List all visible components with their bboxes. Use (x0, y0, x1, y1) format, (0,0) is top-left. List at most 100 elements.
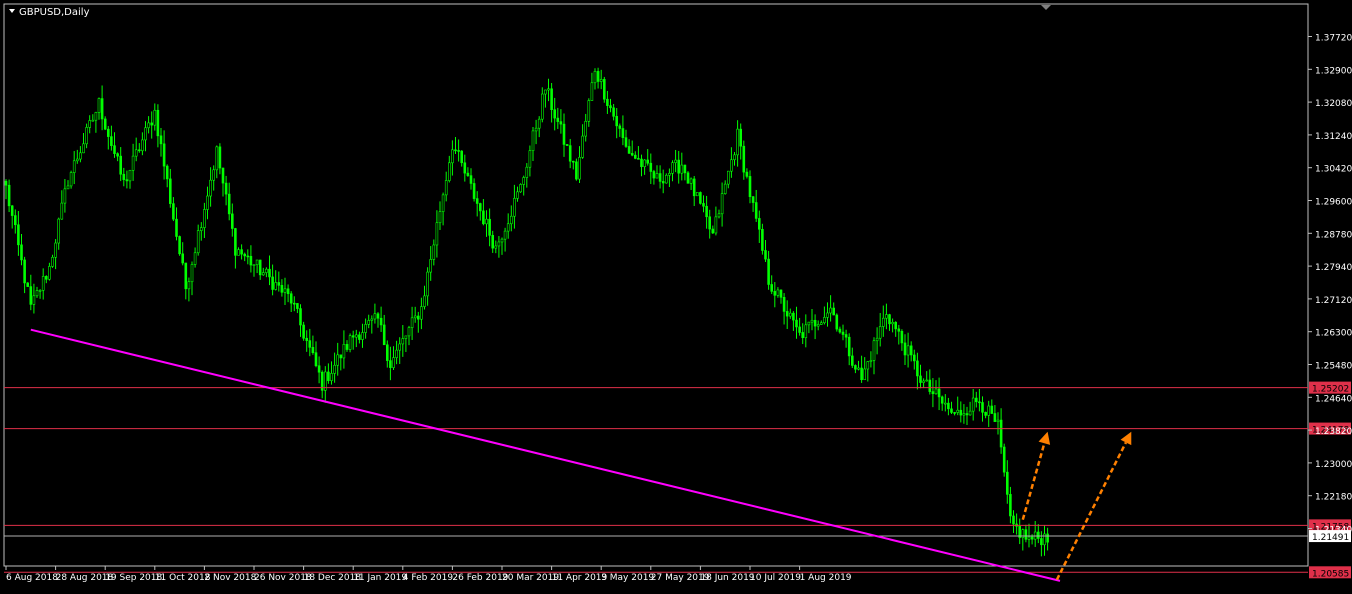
candle-body (981, 402, 984, 413)
candle-body (562, 123, 566, 145)
projection-arrow-shaft[interactable] (1021, 442, 1046, 521)
candle-body (224, 182, 228, 195)
candle-body (292, 302, 296, 305)
candle-body (119, 155, 122, 175)
candle-body (522, 177, 526, 185)
candle-body (664, 174, 668, 184)
candle-body (565, 144, 569, 146)
support-trendline[interactable] (30, 328, 1061, 582)
candle-body (612, 107, 615, 117)
candle-body (215, 146, 219, 171)
candle-body (441, 194, 445, 212)
candle-body (1037, 531, 1040, 539)
candle-body (426, 271, 429, 297)
candle-body (165, 165, 169, 180)
candle-body (953, 412, 956, 414)
candle-body (584, 120, 588, 137)
price-chart[interactable]: 1.25202 1.24178 1.21758 1.20585 1.21491 1.377… (0, 0, 1352, 589)
candle-body (844, 334, 848, 338)
candle-body (630, 153, 634, 156)
candle-body (761, 228, 764, 251)
candle-body (203, 209, 206, 228)
candle-body (757, 218, 761, 230)
candle-body (528, 150, 532, 168)
candle-body (615, 115, 619, 127)
candle-body (829, 307, 832, 314)
candle-body (965, 413, 969, 416)
candle-body (141, 139, 144, 152)
candle-body (534, 127, 538, 132)
candle-body (51, 256, 54, 267)
candle-body (537, 118, 541, 129)
candle-body (990, 405, 994, 414)
candle-body (172, 203, 175, 220)
candle-body (271, 276, 274, 290)
candle-body (289, 293, 293, 304)
candle-body (299, 308, 302, 326)
candle-body (785, 311, 789, 317)
candle-body (153, 109, 157, 126)
projection-arrow-shaft[interactable] (1055, 441, 1128, 581)
candle-body (903, 342, 907, 356)
projection-arrow-head-icon[interactable] (1038, 431, 1051, 445)
candle-body (928, 379, 932, 392)
candle-body (810, 319, 814, 323)
candle-body (212, 169, 215, 181)
candle-body (497, 241, 501, 247)
candle-body (866, 361, 870, 370)
candle-body (968, 410, 972, 416)
y-axis-tick-label: 1.27120 (1315, 296, 1352, 306)
candle-body (196, 230, 200, 254)
candle-body (745, 171, 749, 177)
candle-body (513, 198, 516, 217)
axis-layer: 1.252021.241781.217581.205851.214911.377… (5, 34, 1352, 583)
x-axis-tick-label: 11 Apr 2019 (552, 573, 608, 583)
chart-title: GBPUSD,Daily (19, 7, 90, 18)
candle-body (162, 143, 166, 167)
candle-body (35, 290, 39, 297)
candle-body (231, 213, 234, 229)
x-axis-tick-label: 11 Oct 2018 (155, 573, 211, 583)
candle-body (894, 322, 898, 330)
collapse-triangle-icon[interactable] (9, 9, 15, 13)
candle-body (587, 100, 591, 122)
candle-body (354, 334, 358, 338)
candle-body (943, 402, 947, 405)
candle-body (627, 146, 631, 154)
candle-body (872, 340, 876, 361)
candle-body (258, 259, 262, 276)
chart-canvas[interactable]: 1.252021.241781.217581.205851.214911.377… (0, 0, 1352, 589)
candle-body (243, 253, 246, 257)
candle-body (540, 93, 544, 120)
candle-body (234, 228, 237, 256)
candle-body (469, 175, 473, 184)
candle-body (906, 345, 910, 356)
candle-body (54, 242, 57, 258)
candle-body (578, 157, 581, 180)
candle-body (373, 313, 377, 320)
candle-body (193, 252, 197, 265)
candle-body (85, 127, 88, 145)
candle-body (748, 176, 752, 197)
candle-body (503, 230, 507, 240)
candle-body (482, 210, 485, 225)
candle-body (751, 196, 755, 203)
candle-body (658, 173, 662, 182)
candle-body (488, 218, 491, 236)
shift-marker-icon[interactable] (1041, 5, 1051, 10)
candle-body (854, 365, 857, 370)
candle-body (683, 164, 687, 174)
candle-body (640, 158, 643, 167)
candle-body (305, 337, 309, 341)
candle-body (652, 171, 656, 179)
candle-body (128, 170, 132, 182)
candle-body (17, 224, 20, 246)
candle-body (88, 120, 91, 128)
candle-body (283, 288, 287, 293)
candle-body (376, 313, 380, 319)
candle-body (764, 250, 767, 260)
candle-body (7, 184, 11, 207)
x-axis-tick-label: 18 Jun 2019 (700, 573, 754, 583)
candle-body (447, 162, 451, 181)
candle-body (996, 419, 1000, 422)
